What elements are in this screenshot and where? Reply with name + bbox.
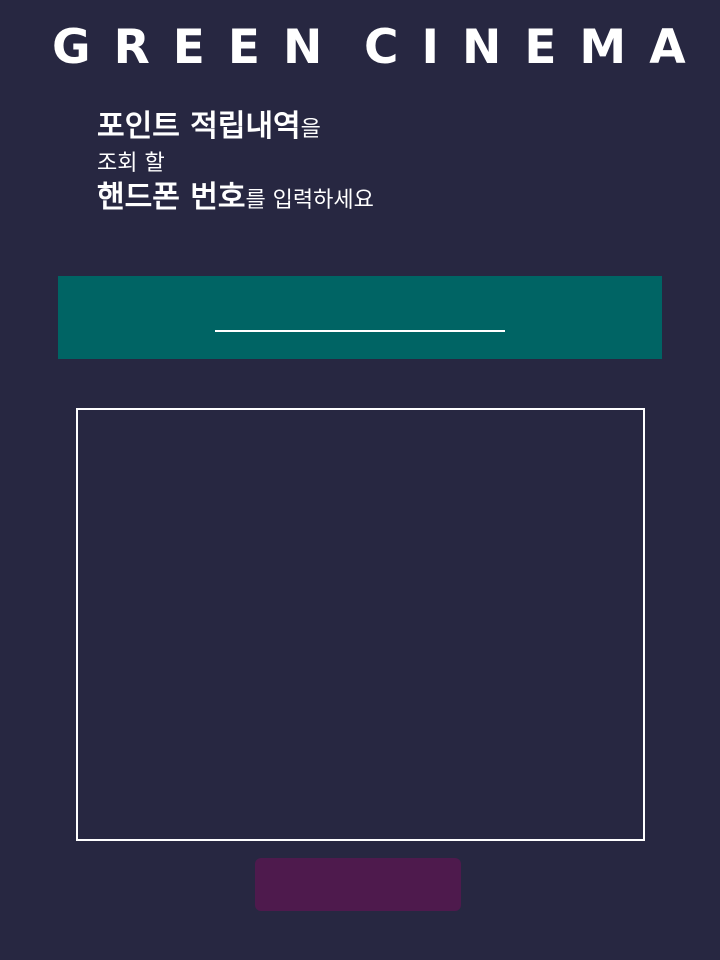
brand-word-cinema: CINEMA	[364, 20, 709, 75]
brand-logo: GREEN CINEMA	[0, 18, 720, 78]
phone-input-bar	[58, 276, 662, 359]
instruction-emphasis: 핸드폰 번호	[97, 180, 246, 215]
instruction-emphasis: 포인트 적립내역	[97, 109, 301, 144]
instruction-suffix: 를 입력하세요	[245, 188, 374, 213]
instruction-line-1: 포인트 적립내역을	[97, 110, 657, 148]
instruction-line-3: 핸드폰 번호를 입력하세요	[97, 181, 657, 219]
point-history-panel	[76, 408, 645, 841]
instruction-suffix: 을	[300, 117, 321, 142]
instruction-text-plain: 조회 할	[97, 151, 165, 176]
phone-number-input[interactable]	[215, 302, 505, 332]
instruction-line-2: 조회 할	[97, 148, 657, 181]
brand-word-green: GREEN	[52, 20, 346, 75]
submit-button[interactable]	[255, 858, 461, 911]
instruction-text: 포인트 적립내역을 조회 할 핸드폰 번호를 입력하세요	[97, 110, 657, 219]
